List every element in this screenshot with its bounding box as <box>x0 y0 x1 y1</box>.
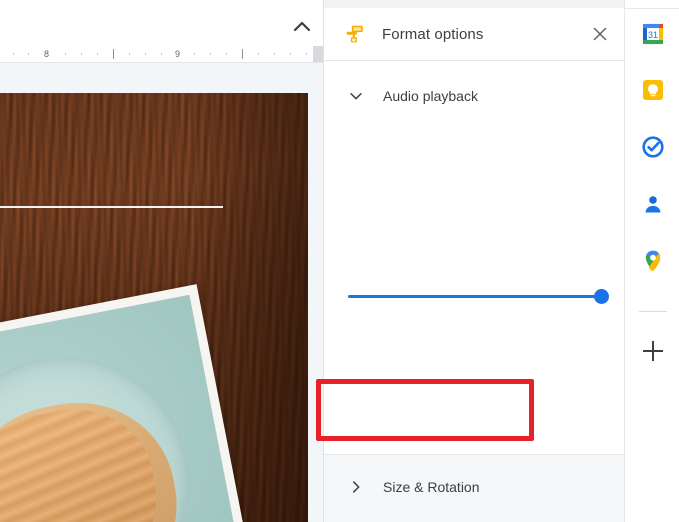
volume-slider[interactable] <box>348 288 609 306</box>
slide-photo[interactable] <box>0 93 308 522</box>
ruler-track: 8 9 <box>0 46 313 62</box>
google-calendar-icon[interactable]: 31 <box>641 22 665 46</box>
google-tasks-icon[interactable] <box>641 135 665 159</box>
slider-thumb[interactable] <box>594 289 609 304</box>
current-slide[interactable] <box>0 93 308 522</box>
side-app-rail: 31 <box>624 0 679 522</box>
footer-divider <box>324 454 624 455</box>
section-label: Size & Rotation <box>383 479 480 495</box>
google-keep-icon[interactable] <box>641 78 665 102</box>
chevron-down-icon <box>346 86 366 106</box>
format-options-panel: Format options Audio playback Start play… <box>323 0 624 522</box>
slide-canvas[interactable] <box>0 63 323 522</box>
panel-header: Format options <box>324 8 624 60</box>
toolbar-strip <box>0 0 323 47</box>
section-size-rotation[interactable]: Size & Rotation <box>324 466 624 508</box>
google-contacts-icon[interactable] <box>641 192 665 216</box>
rail-divider <box>639 311 667 312</box>
chevron-right-icon <box>346 477 366 497</box>
pie-filling <box>0 395 172 522</box>
pie-plate <box>0 335 211 522</box>
chevron-up-icon[interactable] <box>289 16 315 38</box>
panel-footer: Size & Rotation <box>324 454 624 522</box>
section-label: Audio playback <box>383 88 478 104</box>
paint-roller-icon <box>344 23 366 45</box>
panel-body: Audio playback Start playing On click Au… <box>324 61 624 454</box>
section-audio-playback[interactable]: Audio playback <box>324 75 624 117</box>
close-icon[interactable] <box>590 24 610 44</box>
ruler-number: 8 <box>44 49 50 59</box>
horizontal-ruler[interactable]: 8 9 <box>0 46 323 63</box>
slide-editor-area: 8 9 <box>0 0 323 522</box>
pie-crust <box>0 385 195 522</box>
add-app-button[interactable] <box>641 339 665 363</box>
ruler-number: 9 <box>175 49 181 59</box>
google-slides-window: 8 9 Format options Audio playback Size &… <box>0 0 679 522</box>
plus-icon-vertical <box>652 341 654 361</box>
svg-text:31: 31 <box>648 30 658 40</box>
slider-track <box>348 295 606 298</box>
panel-title: Format options <box>382 25 484 43</box>
google-maps-icon[interactable] <box>641 249 665 273</box>
rail-divider-top <box>625 8 679 9</box>
slide-divider-line <box>0 206 223 208</box>
ruler-margin-end <box>313 46 323 62</box>
